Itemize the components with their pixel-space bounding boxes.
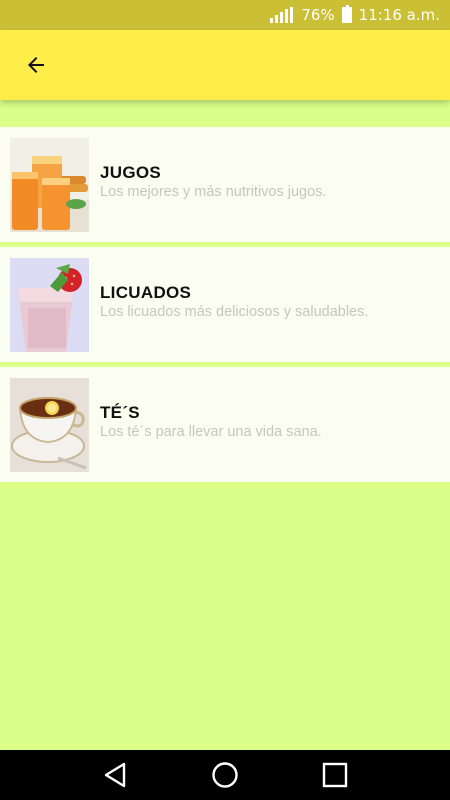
category-item-jugos[interactable]: JUGOS Los mejores y más nutritivos jugos…: [0, 127, 450, 242]
category-item-tes[interactable]: TÉ´S Los té´s para llevar una vida sana.: [0, 367, 450, 482]
clock: 11:16 a.m.: [358, 6, 440, 24]
licuados-image: [10, 257, 89, 352]
signal-icon: [270, 7, 294, 23]
back-triangle-icon: [104, 762, 126, 788]
category-description: Los licuados más deliciosos y saludables…: [100, 304, 369, 320]
recents-square-icon: [322, 762, 348, 788]
category-title: JUGOS: [100, 163, 162, 182]
back-button[interactable]: [22, 51, 50, 79]
category-list: JUGOS Los mejores y más nutritivos jugos…: [0, 127, 450, 487]
home-circle-icon: [212, 762, 238, 788]
nav-home-button[interactable]: [205, 755, 245, 795]
arrow-left-icon: [28, 57, 44, 73]
system-nav-bar: [0, 750, 450, 800]
category-item-licuados[interactable]: LICUADOS Los licuados más deliciosos y s…: [0, 247, 450, 362]
battery-percent: 76%: [301, 6, 335, 24]
app-bar: [0, 30, 450, 100]
category-description: Los mejores y más nutritivos jugos.: [100, 184, 327, 200]
battery-icon: [341, 5, 352, 23]
tes-image: [10, 377, 89, 472]
nav-back-button[interactable]: [95, 755, 135, 795]
nav-recents-button[interactable]: [315, 755, 355, 795]
category-title: LICUADOS: [100, 283, 192, 302]
jugos-image: [10, 137, 89, 232]
category-description: Los té´s para llevar una vida sana.: [100, 424, 322, 440]
category-title: TÉ´S: [100, 403, 140, 422]
status-bar: 76% 11:16 a.m.: [0, 0, 450, 30]
